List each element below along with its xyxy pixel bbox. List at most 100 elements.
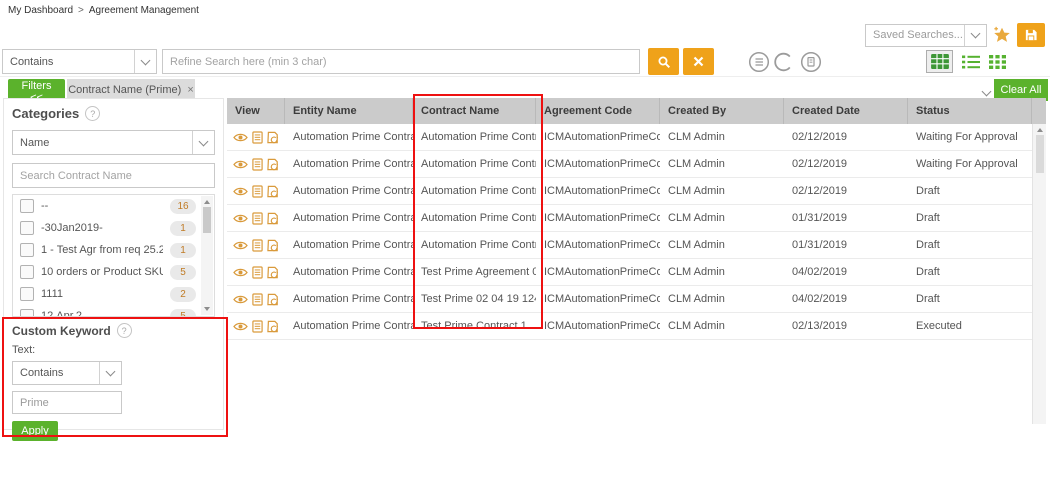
document-icon[interactable] [252, 320, 263, 333]
search-operator-select[interactable]: Contains [2, 49, 157, 74]
document-icon[interactable] [252, 212, 263, 225]
table-row[interactable]: Automation Prime Contract Test Prime Agr… [227, 259, 1032, 286]
category-field-select[interactable]: Name [12, 130, 215, 155]
chevron-down-icon [192, 131, 214, 154]
category-count-badge: 16 [170, 199, 196, 214]
document-icon[interactable] [252, 185, 263, 198]
saved-searches-label: Saved Searches... [866, 25, 964, 46]
row-actions [227, 293, 285, 306]
eye-icon[interactable] [233, 186, 248, 197]
table-row[interactable]: Automation Prime Contract... Automation … [227, 232, 1032, 259]
cell-created-by: CLM Admin [660, 158, 784, 170]
eye-icon[interactable] [233, 240, 248, 251]
active-filter-chip[interactable]: Contract Name (Prime) × [67, 79, 195, 100]
table-row[interactable]: Automation Prime Contract... Automation … [227, 124, 1032, 151]
search-input[interactable] [162, 49, 640, 74]
filters-toggle-button[interactable]: Filters << [8, 79, 65, 100]
category-option[interactable]: -30Jan2019- 1 [13, 217, 214, 239]
eye-icon[interactable] [233, 267, 248, 278]
page-refresh-icon[interactable] [267, 266, 280, 279]
eye-icon[interactable] [233, 294, 248, 305]
save-search-button[interactable] [1017, 23, 1045, 47]
clear-search-button[interactable] [683, 48, 714, 75]
category-option[interactable]: 12.Apr.2 5 [13, 305, 214, 317]
document-icon[interactable] [252, 293, 263, 306]
page-refresh-icon[interactable] [267, 185, 280, 198]
search-button[interactable] [648, 48, 679, 75]
scroll-up-icon[interactable] [1037, 128, 1043, 132]
eye-icon[interactable] [233, 159, 248, 170]
page-refresh-icon[interactable] [267, 239, 280, 252]
checkbox[interactable] [20, 265, 34, 279]
column-header-view[interactable]: View [227, 98, 285, 124]
column-header-created-by[interactable]: Created By [660, 98, 784, 124]
breadcrumb-my-dashboard[interactable]: My Dashboard [8, 5, 73, 16]
column-header-created-date[interactable]: Created Date [784, 98, 908, 124]
column-header-status[interactable]: Status [908, 98, 1032, 124]
scrollbar-thumb[interactable] [1036, 135, 1044, 173]
eye-icon[interactable] [233, 213, 248, 224]
scroll-up-icon[interactable] [204, 200, 210, 204]
search-bar: Contains [2, 48, 822, 75]
cell-entity-name: Automation Prime Contract... [285, 158, 413, 170]
checkbox[interactable] [20, 309, 34, 317]
checkbox[interactable] [20, 221, 34, 235]
document-icon[interactable] [252, 158, 263, 171]
document-circle-icon[interactable] [800, 51, 822, 73]
page-refresh-icon[interactable] [267, 293, 280, 306]
checkbox[interactable] [20, 287, 34, 301]
table-header: View Entity Name Contract Name Agreement… [227, 98, 1046, 124]
eye-icon[interactable] [233, 321, 248, 332]
document-icon[interactable] [252, 266, 263, 279]
category-search-input[interactable] [12, 163, 215, 188]
page-refresh-icon[interactable] [267, 131, 280, 144]
category-option[interactable]: 10 orders or Product SKU AX30... 5 [13, 261, 214, 283]
list-circle-icon[interactable] [748, 51, 770, 73]
help-icon[interactable]: ? [117, 323, 132, 338]
help-icon[interactable]: ? [85, 106, 100, 121]
table-row[interactable]: Automation Prime Contract Test Prime Con… [227, 313, 1032, 340]
list-view-toggle[interactable] [962, 55, 980, 69]
document-icon[interactable] [252, 239, 263, 252]
checkbox[interactable] [20, 199, 34, 213]
keyword-input[interactable] [12, 391, 122, 414]
category-count-badge: 2 [170, 287, 196, 302]
table-row[interactable]: Automation Prime Contract Test Prime 02 … [227, 286, 1032, 313]
keyword-operator-select[interactable]: Contains [12, 361, 122, 385]
cell-created-date: 02/12/2019 [784, 131, 908, 143]
refresh-circle-icon[interactable] [774, 51, 796, 73]
apply-button[interactable]: Apply [12, 421, 58, 441]
category-option[interactable]: -- 16 [13, 195, 214, 217]
cell-entity-name: Automation Prime Contract [285, 266, 413, 278]
cell-contract-name: Test Prime Agreement 02 0... [413, 266, 536, 278]
scroll-down-icon[interactable] [204, 307, 210, 311]
eye-icon[interactable] [233, 132, 248, 143]
category-field-label: Name [13, 131, 192, 154]
category-option[interactable]: 1111 2 [13, 283, 214, 305]
page-refresh-icon[interactable] [267, 158, 280, 171]
page-refresh-icon[interactable] [267, 320, 280, 333]
table-row[interactable]: Automation Prime Contract... Automation … [227, 205, 1032, 232]
checkbox[interactable] [20, 243, 34, 257]
scrollbar-thumb[interactable] [203, 207, 211, 233]
column-header-agreement-code[interactable]: Agreement Code [536, 98, 660, 124]
table-row[interactable]: Automation Prime Contract... Automation … [227, 151, 1032, 178]
cell-agreement-code: ICMAutomationPrimeContr... [536, 212, 660, 224]
document-icon[interactable] [252, 131, 263, 144]
cell-status: Draft [908, 185, 1032, 197]
chevron-down-icon[interactable] [983, 86, 990, 98]
category-option[interactable]: 1 - Test Agr from req 25.25 1 [13, 239, 214, 261]
table-scrollbar[interactable] [1032, 124, 1046, 424]
favorite-star-icon[interactable] [993, 26, 1011, 44]
saved-searches-select[interactable]: Saved Searches... [865, 24, 987, 47]
column-header-contract-name[interactable]: Contract Name [413, 98, 536, 124]
remove-filter-icon[interactable]: × [187, 84, 193, 96]
category-list-scrollbar[interactable] [201, 196, 213, 315]
table-view-toggle[interactable] [926, 50, 953, 73]
view-mode-toggles [926, 50, 1006, 73]
page-refresh-icon[interactable] [267, 212, 280, 225]
grid-view-toggle[interactable] [989, 55, 1006, 69]
column-header-entity-name[interactable]: Entity Name [285, 98, 413, 124]
cell-entity-name: Automation Prime Contract... [285, 131, 413, 143]
table-row[interactable]: Automation Prime Contract... Automation … [227, 178, 1032, 205]
